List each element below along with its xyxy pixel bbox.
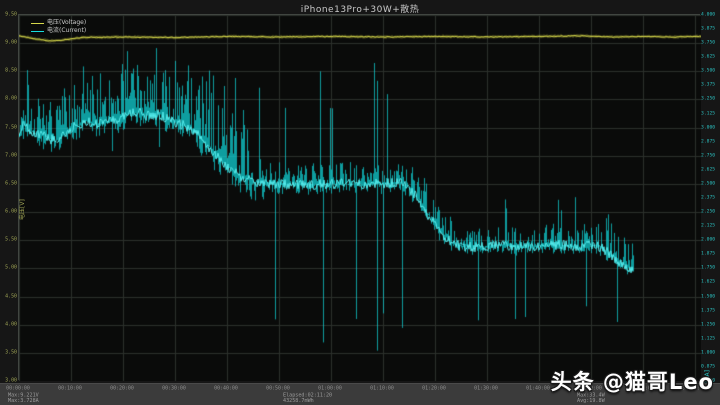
legend-label-voltage: 电压(Voltage) — [47, 19, 86, 27]
x-tick-label: 00:00:00 — [6, 386, 30, 392]
x-tick-label: 01:10:00 — [370, 386, 394, 392]
status-max-current: Max:3.728A — [8, 398, 39, 404]
x-tick-label: 01:20:00 — [422, 386, 446, 392]
y-tick-label-right: 2.250 — [701, 209, 717, 214]
y-tick-label-left: 8.50 — [3, 68, 17, 74]
y-tick-label-right: 3.125 — [701, 110, 717, 115]
y-tick-label-right: 3.500 — [701, 68, 717, 73]
y-tick-label-right: 2.375 — [701, 195, 717, 200]
x-tick-label: 01:40:00 — [526, 386, 550, 392]
y-tick-label-left: 5.00 — [3, 265, 17, 271]
y-tick-label-left: 6.00 — [3, 209, 17, 215]
y-tick-label-right: 1.000 — [701, 350, 717, 355]
legend-item-current[interactable]: 电流(Current) — [31, 27, 86, 35]
status-energy: 43258.7mWh — [283, 398, 332, 404]
y-axis-left-ticks: 9.50 9.00 8.50 8.00 7.50 7.00 6.50 6.00 5.50 5.00… — [0, 14, 17, 380]
power-monitor-window: iPhone13Pro+30W+散热 电压(Voltage) 电流(Curren… — [0, 0, 720, 405]
legend: 电压(Voltage) 电流(Current) — [31, 19, 86, 35]
y-tick-label-right: 2.500 — [701, 181, 717, 186]
y-tick-label-right: 3.875 — [701, 26, 717, 31]
y-tick-label-right: 1.625 — [701, 279, 717, 284]
status-avg-power: Avg:19.8W — [577, 398, 605, 404]
plot-area[interactable]: 电压(Voltage) 电流(Current) 电压[V] 电流[A] — [18, 14, 700, 380]
y-tick-label-right: 2.125 — [701, 223, 717, 228]
x-tick-label: 00:40:00 — [214, 386, 238, 392]
y-tick-label-left: 6.50 — [3, 181, 17, 187]
y-tick-label-right: 3.000 — [701, 124, 717, 129]
x-tick-label: 00:50:00 — [266, 386, 290, 392]
y-tick-label-right: 1.750 — [701, 265, 717, 270]
y-tick-label-right: 2.750 — [701, 153, 717, 158]
legend-item-voltage[interactable]: 电压(Voltage) — [31, 19, 86, 27]
status-max-values: Max:9.221V Max:3.728A — [8, 392, 39, 404]
y-tick-label-right: 1.375 — [701, 307, 717, 312]
y-tick-label-right: 2.875 — [701, 138, 717, 143]
x-tick-label: 01:30:00 — [474, 386, 498, 392]
y-tick-label-right: 1.250 — [701, 321, 717, 326]
y-tick-label-right: 4.000 — [701, 12, 717, 17]
watermark-text: 头条 @猫哥Leo — [551, 366, 714, 396]
x-tick-label: 00:10:00 — [58, 386, 82, 392]
x-tick-label: 00:20:00 — [110, 386, 134, 392]
y-tick-label-right: 1.875 — [701, 251, 717, 256]
y-tick-label-left: 3.50 — [3, 349, 17, 355]
y-tick-label-right: 3.625 — [701, 54, 717, 59]
y-tick-label-left: 4.50 — [3, 293, 17, 299]
y-tick-label-right: 3.750 — [701, 40, 717, 45]
y-tick-label-right: 1.125 — [701, 336, 717, 341]
y-tick-label-left: 4.00 — [3, 321, 17, 327]
y-tick-label-left: 9.50 — [3, 12, 17, 18]
y-tick-label-right: 3.375 — [701, 82, 717, 87]
y-axis-right-ticks: 4.000 3.875 3.750 3.625 3.500 3.375 3.250 3.125… — [701, 14, 720, 380]
y-tick-label-left: 9.00 — [3, 40, 17, 46]
y-tick-label-left: 8.00 — [3, 96, 17, 102]
y-tick-label-right: 3.250 — [701, 96, 717, 101]
y-tick-label-left: 7.50 — [3, 124, 17, 130]
y-tick-label-right: 2.000 — [701, 237, 717, 242]
y-tick-label-left: 5.50 — [3, 237, 17, 243]
x-tick-label: 00:30:00 — [162, 386, 186, 392]
chart-canvas[interactable] — [19, 15, 701, 381]
y-axis-title-voltage: 电压[V] — [17, 199, 26, 220]
x-tick-label: 01:00:00 — [318, 386, 342, 392]
status-session-info: Elapsed:02:11:20 43258.7mWh — [283, 392, 332, 404]
voltage-line-swatch-icon — [31, 23, 44, 24]
y-tick-label-right: 1.500 — [701, 293, 717, 298]
legend-label-current: 电流(Current) — [47, 27, 86, 35]
y-tick-label-right: 2.625 — [701, 167, 717, 172]
y-tick-label-left: 7.00 — [3, 152, 17, 158]
current-line-swatch-icon — [31, 31, 44, 32]
